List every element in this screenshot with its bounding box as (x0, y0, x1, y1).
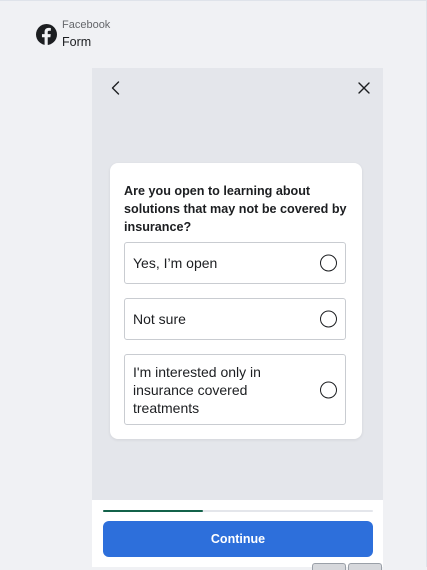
continue-button[interactable]: Continue (103, 521, 373, 557)
radio-icon[interactable] (320, 310, 337, 328)
form-preview: Are you open to learning about solutions… (92, 68, 383, 567)
facebook-logo-icon (36, 24, 57, 45)
option-label: Not sure (133, 311, 186, 327)
ad-header: Facebook Form (36, 19, 110, 50)
radio-icon[interactable] (320, 254, 337, 272)
progress-fill (103, 510, 203, 512)
question-card: Are you open to learning about solutions… (110, 163, 362, 439)
radio-icon[interactable] (320, 381, 337, 398)
ad-format-label: Form (62, 35, 92, 49)
form-footer: Continue (92, 500, 383, 567)
close-icon[interactable] (356, 80, 372, 96)
option-label: I'm interested only in insurance covered… (133, 363, 261, 416)
ad-platform-label: Facebook (62, 19, 111, 31)
option-label: Yes, I’m open (133, 255, 218, 271)
chevron-left-icon[interactable] (108, 80, 124, 96)
option-not-sure[interactable]: Not sure (124, 298, 346, 340)
option-insurance-only[interactable]: I'm interested only in insurance covered… (124, 354, 346, 425)
option-yes-open[interactable]: Yes, I’m open (124, 242, 346, 284)
question-text: Are you open to learning about solutions… (124, 184, 347, 234)
progress-bar (103, 510, 373, 512)
